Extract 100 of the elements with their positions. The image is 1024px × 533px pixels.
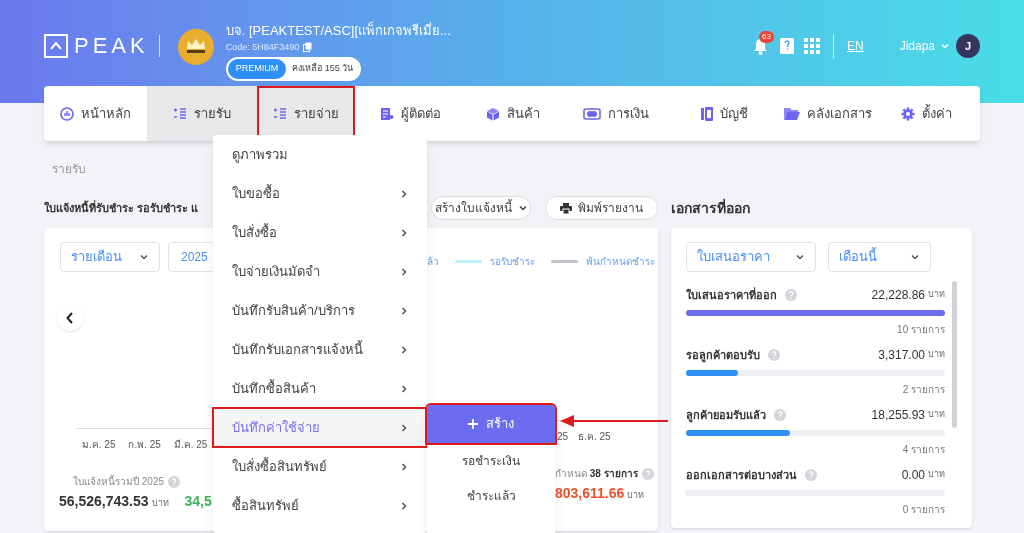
legend-label: ล้ว xyxy=(427,254,439,269)
chevron-down-icon xyxy=(795,252,805,262)
chevron-right-icon xyxy=(400,305,408,316)
submenu-item[interactable]: ชำระแล้ว xyxy=(427,478,555,513)
logo-text: PEAK xyxy=(74,35,149,57)
help-icon[interactable] xyxy=(168,475,181,488)
print-report-button[interactable]: พิมพ์รายงาน xyxy=(545,196,658,220)
menu-item[interactable]: ใบสั่งซื้อสินทรัพย์ xyxy=(213,447,427,486)
stat-value: 34,5 xyxy=(184,492,212,511)
chevron-right-icon xyxy=(400,461,408,472)
stat-value: 803,611.66 xyxy=(555,484,625,503)
chevron-right-icon xyxy=(400,188,408,199)
nav-tab[interactable]: ตั้งค่า xyxy=(880,86,972,141)
company-name: บจ. [PEAKTEST/ASC][แพ็กเกจพรีเมี่ย... xyxy=(225,22,451,40)
copy-icon[interactable] xyxy=(303,42,313,52)
menu-item[interactable]: ซื้อสินทรัพย์ xyxy=(213,486,427,525)
help-icon[interactable] xyxy=(641,467,654,480)
settings-icon xyxy=(900,106,915,121)
plan-name: PREMIUM xyxy=(227,59,287,79)
list-icon xyxy=(173,106,187,121)
nav-tab[interactable]: การเงิน xyxy=(560,86,672,141)
nav-tab[interactable]: หน้าหลัก xyxy=(44,86,147,141)
metric-label: ออกเอกสารต่อบางส่วน xyxy=(686,467,797,483)
menu-item[interactable]: ใบขอซื้อ xyxy=(213,174,427,213)
month-label: ม.ค. 25 xyxy=(82,438,116,452)
printer-icon xyxy=(560,202,572,214)
box-icon xyxy=(486,106,500,121)
create-invoice-button[interactable]: สร้างใบแจ้งหนี้ xyxy=(431,196,531,220)
metric-value: 18,255.93 xyxy=(871,407,925,424)
user-avatar: J xyxy=(956,34,980,58)
stat-label: ใบแจ้งหนี้รวมปี 2025 xyxy=(73,474,165,489)
previous-button[interactable] xyxy=(57,305,83,331)
company-code: Code: 5H84F3490 xyxy=(225,41,300,54)
currency-unit: บาท xyxy=(928,468,945,482)
menu-item[interactable]: บันทึกรับเอกสารแจ้งหนี้ xyxy=(213,330,427,369)
nav-tab[interactable]: คลังเอกสาร xyxy=(776,86,880,141)
logo-mark-icon xyxy=(44,34,68,58)
menu-item[interactable]: บันทึกซื้อสินค้า xyxy=(213,369,427,408)
plan-remaining: คงเหลือ 155 วัน xyxy=(292,62,354,75)
menu-item[interactable]: บันทึกค่าใช้จ่าย xyxy=(213,408,427,447)
chevron-right-icon xyxy=(400,227,408,238)
chevron-right-icon xyxy=(400,383,408,394)
month-label: 25 xyxy=(557,430,569,444)
money-icon xyxy=(583,106,601,121)
stat-value: 56,526,743.53 xyxy=(59,492,149,511)
notification-count: 63 xyxy=(758,30,774,43)
stat-label: กำหนด 38 รายการ xyxy=(555,467,638,481)
month-label: ธ.ค. 25 xyxy=(578,430,611,444)
premium-crown-icon xyxy=(177,29,214,65)
chevron-left-icon xyxy=(66,312,74,324)
submenu-item[interactable]: รอชำระเงิน xyxy=(427,443,555,478)
currency-unit: บาท xyxy=(151,497,169,510)
nav-tab[interactable]: รายรับ xyxy=(147,86,257,141)
help-icon[interactable] xyxy=(774,409,786,421)
month-label: ก.พ. 25 xyxy=(128,438,161,452)
scrollbar[interactable] xyxy=(952,281,957,428)
help-book-icon[interactable] xyxy=(779,38,794,54)
currency-unit: บาท xyxy=(627,489,645,502)
month-label: มี.ค. 25 xyxy=(173,438,208,452)
menu-item[interactable]: ใบสั่งซื้อ xyxy=(213,213,427,252)
app-grid-icon[interactable] xyxy=(803,38,820,54)
chevron-down-icon xyxy=(910,252,920,262)
chevron-down-icon xyxy=(940,41,950,51)
chevron-right-icon xyxy=(400,344,408,355)
help-icon[interactable] xyxy=(785,289,797,301)
chevron-down-icon xyxy=(517,203,528,213)
ledger-icon xyxy=(700,106,713,121)
metric-value: 3,317.00 xyxy=(878,347,925,364)
help-icon[interactable] xyxy=(768,349,780,361)
nav-tab[interactable]: บัญชี xyxy=(672,86,776,141)
section-title: ใบแจ้งหนี้ที่รับชำระ รอรับชำระ แ xyxy=(44,199,199,216)
legend-label: รอรับชำระ xyxy=(490,254,535,269)
item-count: 2 รายการ xyxy=(902,383,945,397)
folder-icon xyxy=(784,107,800,120)
list-icon xyxy=(273,106,287,121)
metric-label: ลูกค้ายอมรับแล้ว xyxy=(686,407,766,424)
menu-item[interactable]: บันทึกรับสินค้า/บริการ xyxy=(213,291,427,330)
currency-unit: บาท xyxy=(928,348,945,362)
item-count: 10 รายการ xyxy=(897,323,945,337)
chevron-right-icon xyxy=(400,500,408,511)
chevron-down-icon xyxy=(139,252,149,262)
menu-item[interactable]: ใบจ่ายเงินมัดจำ xyxy=(213,252,427,291)
metric-value: 22,228.86 xyxy=(871,287,925,304)
dashboard-icon xyxy=(60,106,74,121)
nav-tab[interactable]: สินค้า xyxy=(466,86,560,141)
item-count: 0 รายการ xyxy=(902,503,945,517)
chevron-right-icon xyxy=(400,422,408,433)
metric-label: รอลูกค้าตอบรับ xyxy=(686,347,760,364)
section-title: เอกสารที่ออก xyxy=(671,197,750,218)
plus-icon xyxy=(468,419,478,429)
metric-value: 0.00 xyxy=(901,467,925,484)
contact-card-icon xyxy=(380,106,394,121)
chevron-right-icon xyxy=(400,266,408,277)
currency-unit: บาท xyxy=(928,408,945,422)
item-count: 4 รายการ xyxy=(902,443,945,457)
metric-label: ใบเสนอราคาที่ออก xyxy=(686,286,777,303)
legend-label: พ้นกำหนดชำระ xyxy=(586,254,655,269)
create-button[interactable]: สร้าง xyxy=(427,405,555,443)
help-icon[interactable] xyxy=(805,469,817,481)
currency-unit: บาท xyxy=(928,288,945,302)
